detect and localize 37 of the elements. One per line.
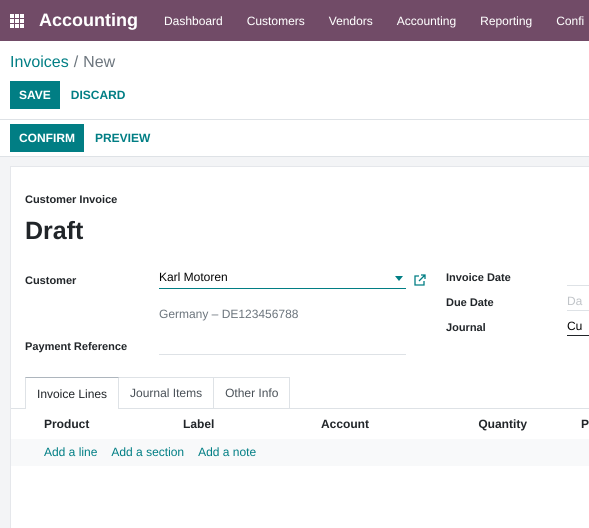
menu-item[interactable]: Reporting: [468, 12, 544, 30]
link-button[interactable]: DISCARD: [62, 81, 134, 109]
menu-item[interactable]: Customers: [234, 12, 317, 30]
field-label: Journal: [446, 320, 487, 336]
app-title: Accounting: [39, 9, 138, 32]
field-label: Invoice Date: [446, 270, 512, 286]
breadcrumb-current: New: [83, 54, 116, 71]
link-button[interactable]: PREVIEW: [86, 124, 160, 152]
field-label: Customer: [25, 274, 78, 288]
menu-item[interactable]: Vendors: [316, 12, 385, 30]
column-header: Product: [44, 416, 90, 433]
tab[interactable]: Journal Items: [119, 377, 214, 409]
caret-icon[interactable]: [395, 276, 403, 280]
tab[interactable]: Invoice Lines: [25, 377, 120, 409]
primary-button[interactable]: CONFIRM: [10, 124, 84, 152]
primary-button[interactable]: SAVE: [10, 81, 60, 109]
column-header: Label: [183, 416, 216, 433]
external-link-icon[interactable]: [414, 274, 426, 286]
menu-item[interactable]: Dashboard: [152, 12, 235, 30]
add-link[interactable]: Add a line: [44, 443, 98, 461]
field-label: Payment Reference: [25, 340, 128, 354]
add-link[interactable]: Add a section: [111, 443, 184, 461]
column-header: P: [581, 416, 589, 433]
column-header: Account: [321, 416, 370, 433]
menu-item[interactable]: Accounting: [384, 12, 468, 30]
customer-address: Germany – DE123456788: [159, 306, 300, 323]
invoice-type: Customer Invoice: [25, 193, 118, 208]
apps-grid-icon[interactable]: [10, 14, 24, 28]
breadcrumb-separator: /: [74, 54, 78, 71]
tab[interactable]: Other Info: [214, 377, 290, 409]
add-link[interactable]: Add a note: [198, 443, 256, 461]
field-label: Due Date: [446, 296, 495, 310]
customer-input[interactable]: Karl Motoren: [159, 268, 394, 289]
column-header: Quantity: [477, 416, 527, 433]
menu-item[interactable]: Confi: [544, 12, 584, 30]
invoice-state: Draft: [25, 216, 84, 246]
breadcrumb-link[interactable]: Invoices: [10, 54, 69, 71]
